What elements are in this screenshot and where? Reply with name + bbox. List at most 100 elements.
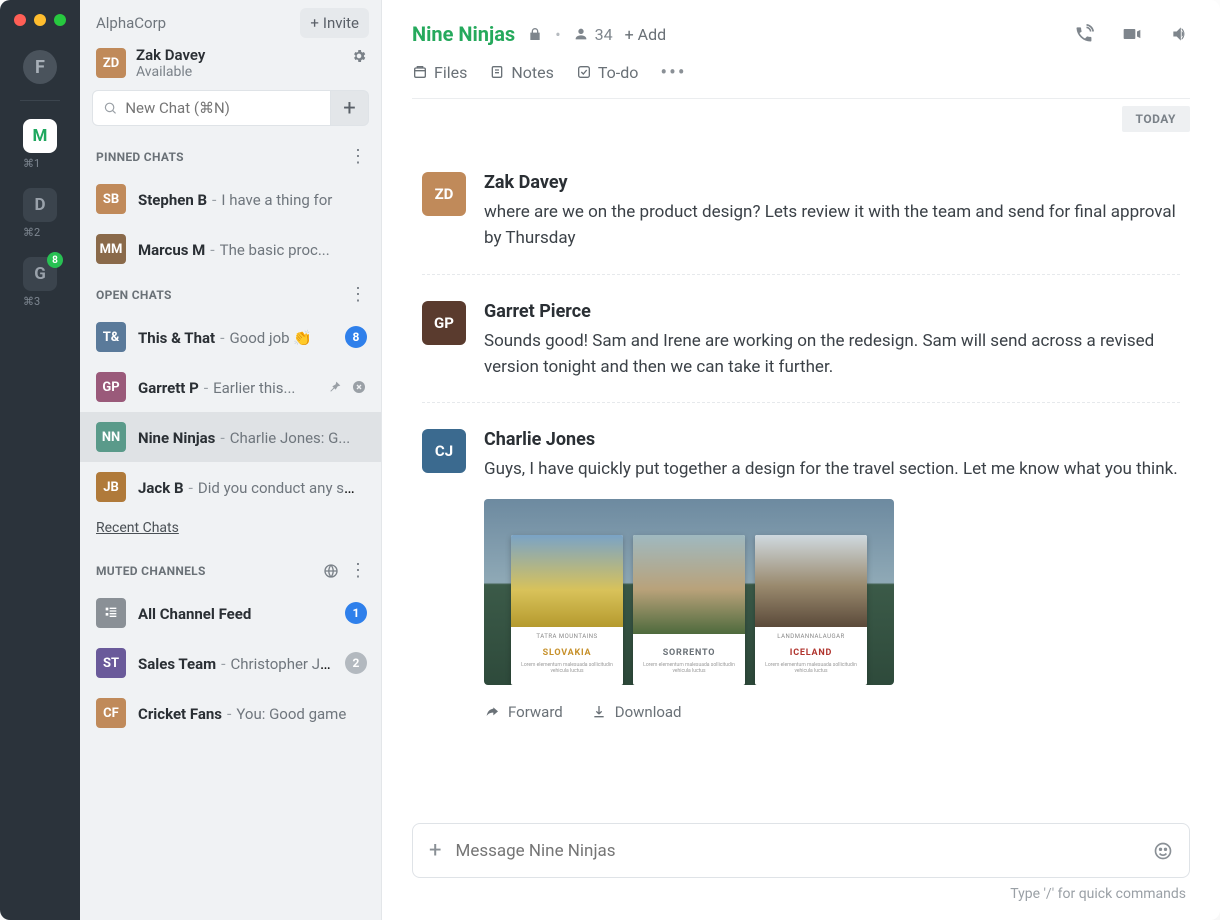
invite-button[interactable]: + Invite [300,8,369,38]
tab-notes[interactable]: Notes [489,63,554,82]
recent-chats-link[interactable]: Recent Chats [80,512,381,550]
new-chat-button[interactable]: + [331,90,369,126]
message-avatar: ZD [422,172,466,216]
message-input[interactable] [455,841,1139,861]
chat-name: Cricket Fans [138,705,222,723]
chat-item[interactable]: STSales Team - Christopher J: d.2 [80,638,381,688]
close-window-icon[interactable] [14,14,26,26]
sidebar: AlphaCorp + Invite ZD Zak Davey Availabl… [80,0,382,920]
conversation-pane: Nine Ninjas • 34 + Add Files Notes To-do [382,0,1220,920]
chat-item[interactable]: JBJack B - Did you conduct any sur [80,462,381,512]
user-avatar: ZD [96,48,126,78]
message: CJCharlie JonesGuys, I have quickly put … [422,402,1180,742]
workspace-rail: F M⌘1D⌘2G8⌘3 [0,0,80,920]
workspace-shortcut: ⌘1 [23,157,57,170]
new-chat-search[interactable] [92,90,331,126]
user-status: Available [136,64,205,80]
chat-avatar: ST [96,648,126,678]
chat-item[interactable]: All Channel Feed1 [80,588,381,638]
chat-item[interactable]: NNNine Ninjas - Charlie Jones: G... [80,412,381,462]
search-icon [103,100,117,116]
message: GP Garret Pierce Sounds good! Sam and Iren… [422,274,1180,403]
pin-icon[interactable] [327,379,343,395]
window-controls [14,14,66,26]
muted-channels-header: MUTED CHANNELS [96,564,206,578]
chat-preview: Did you conduct any sur [198,478,355,497]
chat-avatar: GP [96,372,126,402]
tab-files[interactable]: Files [412,63,467,82]
chat-avatar: CF [96,698,126,728]
add-member-button[interactable]: + Add [625,25,667,44]
minimize-window-icon[interactable] [34,14,46,26]
message-text: where are we on the product design? Lets… [484,199,1180,252]
message-author: Garret Pierce [484,301,1180,322]
chat-avatar: MM [96,234,126,264]
message-avatar: GP [422,301,466,345]
search-input[interactable] [125,99,320,117]
maximize-window-icon[interactable] [54,14,66,26]
chat-preview: Earlier this... [213,379,295,397]
pinned-more-icon[interactable]: ⋮ [349,148,367,166]
close-icon[interactable] [351,379,367,395]
chat-name: Sales Team [138,655,216,673]
chat-name: Jack B [138,479,184,497]
app-logo[interactable]: F [23,50,57,84]
member-count[interactable]: 34 [573,25,613,44]
emoji-icon[interactable] [1153,841,1173,861]
chat-name: Nine Ninjas [138,429,215,447]
chat-item[interactable]: CFCricket Fans - You: Good game [80,688,381,738]
user-name: Zak Davey [136,46,205,64]
attachment-card: SORRENTOLorem elementum malesuada sollic… [633,535,745,685]
message-text: Guys, I have quickly put together a desi… [484,456,1180,482]
chat-avatar: NN [96,422,126,452]
globe-icon[interactable] [323,563,339,579]
more-tabs-icon[interactable]: ••• [660,60,686,84]
chat-item[interactable]: MMMarcus M - The basic proc... [80,224,381,274]
workspace-shortcut: ⌘2 [23,226,57,239]
open-chats-header: OPEN CHATS [96,288,172,302]
attach-icon[interactable]: + [429,838,441,863]
speaker-icon[interactable] [1170,24,1190,44]
chat-avatar: T& [96,322,126,352]
chat-preview: Christopher J: d. [230,654,333,673]
message-composer[interactable]: + [412,823,1190,878]
lock-icon [527,26,543,42]
muted-more-icon[interactable]: ⋮ [349,562,367,580]
forward-button[interactable]: Forward [484,703,563,721]
chat-preview: I have a thing for [221,191,332,209]
plus-icon: + [310,14,319,32]
unread-badge: 2 [345,652,367,674]
chat-name: This & That [138,329,215,347]
gear-icon[interactable] [351,48,367,64]
current-user[interactable]: ZD Zak Davey Available [80,46,381,90]
tab-todo[interactable]: To-do [576,63,638,82]
message-attachment[interactable]: TATRA MOUNTAINSSLOVAKIALorem elementum m… [484,499,894,685]
workspace-switch-m[interactable]: M [23,119,57,153]
message-author: Zak Davey [484,172,1180,193]
chat-avatar: SB [96,184,126,214]
workspace-switch-g[interactable]: G8 [23,257,57,291]
chat-name: Stephen B [138,191,207,209]
message-author: Charlie Jones [484,429,1180,450]
open-more-icon[interactable]: ⋮ [349,286,367,304]
attachment-card: LANDMANNALAUGARICELANDLorem elementum ma… [755,535,867,685]
video-call-icon[interactable] [1122,24,1142,44]
attachment-card: TATRA MOUNTAINSSLOVAKIALorem elementum m… [511,535,623,685]
channel-title[interactable]: Nine Ninjas [412,22,515,46]
chat-avatar: JB [96,472,126,502]
files-icon [412,64,428,80]
voice-call-icon[interactable] [1074,24,1094,44]
org-name[interactable]: AlphaCorp [96,14,166,32]
chat-item[interactable]: T&This & That - Good job 👏8 [80,312,381,362]
chat-item[interactable]: GPGarrett P - Earlier this... [80,362,381,412]
download-button[interactable]: Download [591,703,682,721]
message: ZD Zak Davey where are we on the product d… [422,162,1180,274]
person-icon [573,26,589,42]
workspace-switch-d[interactable]: D [23,188,57,222]
message-text: Sounds good! Sam and Irene are working o… [484,328,1180,381]
chat-name: Marcus M [138,241,205,259]
chat-preview: The basic proc... [220,241,330,259]
download-icon [591,704,607,720]
chat-name: Garrett P [138,379,199,397]
chat-item[interactable]: SBStephen B - I have a thing for [80,174,381,224]
